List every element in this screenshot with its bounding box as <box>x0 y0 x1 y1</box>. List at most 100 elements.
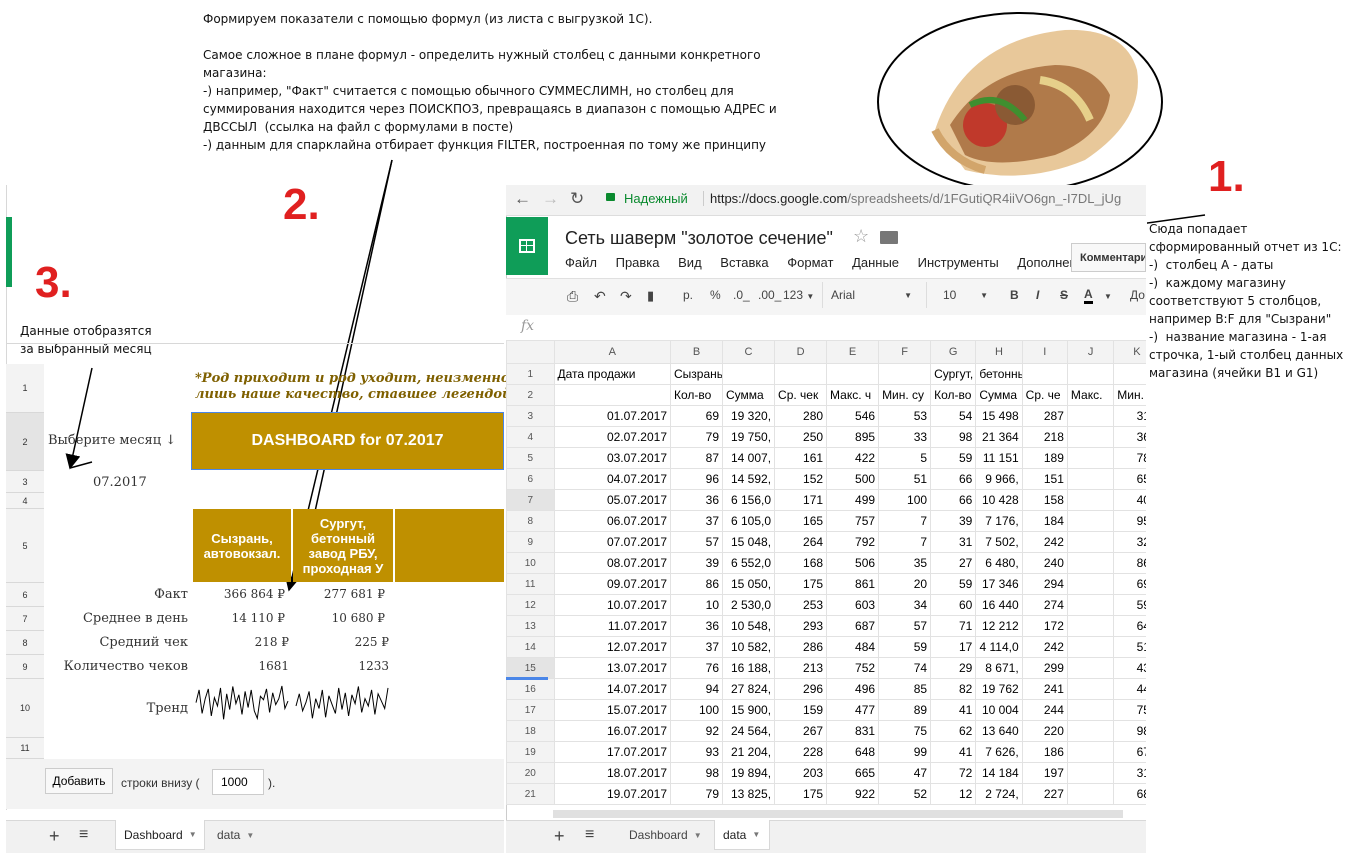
table-cell[interactable]: 2 724, <box>975 783 1023 805</box>
table-cell[interactable]: 168 <box>774 552 828 574</box>
table-cell[interactable]: 313 <box>1113 405 1146 427</box>
table-cell[interactable]: 76 <box>669 657 724 679</box>
table-cell[interactable]: 7 <box>878 510 932 532</box>
table-cell[interactable]: 27 <box>930 552 977 574</box>
italic-button[interactable]: I <box>1036 288 1039 302</box>
table-cell[interactable] <box>1066 552 1115 574</box>
table-cell[interactable]: 240 <box>1021 552 1068 574</box>
table-cell[interactable] <box>1066 762 1115 784</box>
row-header[interactable]: 8 <box>506 510 555 532</box>
table-cell[interactable]: 757 <box>826 510 880 532</box>
forward-icon[interactable]: → <box>542 189 559 209</box>
table-cell[interactable] <box>1066 678 1115 700</box>
table-cell[interactable]: 93 <box>669 741 724 763</box>
table-cell[interactable]: 17 346 <box>975 573 1023 595</box>
table-cell[interactable]: 6 156,0 <box>722 489 776 511</box>
table-cell[interactable]: 66 <box>930 468 977 490</box>
paint-format-icon[interactable]: ▮ <box>647 288 654 304</box>
menu-tools[interactable]: Инструменты <box>918 255 999 270</box>
table-cell[interactable]: 314 <box>1113 762 1146 784</box>
table-cell[interactable]: 152 <box>774 468 828 490</box>
table-cell[interactable]: 60 <box>930 594 977 616</box>
row-header[interactable]: 7 <box>506 489 555 511</box>
currency-button[interactable]: р. <box>683 288 693 302</box>
font-select[interactable]: Arial ▼ <box>822 282 918 308</box>
table-cell[interactable] <box>1066 720 1115 742</box>
table-cell[interactable]: 59 <box>930 573 977 595</box>
table-cell[interactable]: 9 966, <box>975 468 1023 490</box>
row-header[interactable]: 15 <box>506 657 555 679</box>
table-cell[interactable]: 653 <box>1113 468 1146 490</box>
table-cell[interactable]: 244 <box>1021 699 1068 721</box>
row-header[interactable]: 3 <box>506 405 555 427</box>
table-cell[interactable]: 98 <box>930 426 977 448</box>
table-cell[interactable]: Кол-во <box>930 384 977 406</box>
document-title[interactable]: Сеть шаверм "золотое сечение" <box>565 228 833 249</box>
table-cell[interactable]: 57 <box>878 615 932 637</box>
table-cell[interactable]: 01.07.2017 <box>553 405 671 427</box>
table-cell[interactable]: 220 <box>1021 720 1068 742</box>
table-cell[interactable]: 447 <box>1113 678 1146 700</box>
table-cell[interactable]: 71 <box>930 615 977 637</box>
comments-button[interactable]: Комментари <box>1071 243 1146 272</box>
menu-data[interactable]: Данные <box>852 255 899 270</box>
table-cell[interactable]: 274 <box>1021 594 1068 616</box>
row-header[interactable]: 1 <box>506 363 555 385</box>
column-header[interactable]: B <box>669 340 724 364</box>
table-cell[interactable]: 751 <box>1113 699 1146 721</box>
table-cell[interactable]: Ср. чек <box>774 384 828 406</box>
tab-menu-icon[interactable]: ▼ <box>246 831 254 840</box>
bold-button[interactable]: B <box>1010 288 1019 302</box>
table-cell[interactable]: 16 440 <box>975 594 1023 616</box>
column-header[interactable]: F <box>878 340 932 364</box>
menu-edit[interactable]: Правка <box>616 255 660 270</box>
star-icon[interactable]: ☆ <box>853 226 869 247</box>
table-cell[interactable] <box>774 363 828 385</box>
table-cell[interactable]: 264 <box>774 531 828 553</box>
table-cell[interactable] <box>1066 783 1115 805</box>
column-header[interactable]: I <box>1021 340 1068 364</box>
menu-file[interactable]: Файл <box>565 255 597 270</box>
table-cell[interactable]: 85 <box>878 678 932 700</box>
column-header[interactable]: K <box>1113 340 1146 364</box>
table-cell[interactable]: 158 <box>1021 489 1068 511</box>
table-cell[interactable]: 7 626, <box>975 741 1023 763</box>
table-cell[interactable]: 253 <box>774 594 828 616</box>
table-cell[interactable]: 861 <box>826 573 880 595</box>
table-cell[interactable]: 19 320, <box>722 405 776 427</box>
table-cell[interactable]: Макс. ч <box>826 384 880 406</box>
table-cell[interactable]: 39 <box>930 510 977 532</box>
table-cell[interactable]: 324 <box>1113 531 1146 553</box>
table-cell[interactable] <box>1066 699 1115 721</box>
table-cell[interactable]: 05.07.2017 <box>553 489 671 511</box>
table-cell[interactable]: 678 <box>1113 741 1146 763</box>
table-cell[interactable]: 37 <box>669 636 724 658</box>
table-cell[interactable]: 506 <box>826 552 880 574</box>
table-cell[interactable]: 82 <box>930 678 977 700</box>
table-cell[interactable]: 06.07.2017 <box>553 510 671 532</box>
column-header[interactable]: D <box>774 340 828 364</box>
table-cell[interactable] <box>878 363 932 385</box>
table-cell[interactable]: 866 <box>1113 552 1146 574</box>
left-tab-dashboard[interactable]: Dashboard ▼ <box>115 820 205 850</box>
table-cell[interactable] <box>1021 363 1068 385</box>
table-cell[interactable] <box>1066 468 1115 490</box>
font-size-select[interactable]: 10 ▼ <box>926 282 992 308</box>
table-cell[interactable]: 74 <box>878 657 932 679</box>
table-cell[interactable]: 6 480, <box>975 552 1023 574</box>
table-cell[interactable]: 296 <box>774 678 828 700</box>
table-cell[interactable] <box>1066 447 1115 469</box>
table-cell[interactable]: 10 428 <box>975 489 1023 511</box>
increase-decimals-button[interactable]: .00_ <box>758 288 781 302</box>
table-cell[interactable]: 11 151 <box>975 447 1023 469</box>
table-cell[interactable]: Сызрань, автовокзал. <box>669 363 724 385</box>
table-cell[interactable]: 36 <box>669 489 724 511</box>
table-cell[interactable]: 956 <box>1113 510 1146 532</box>
table-cell[interactable]: 41 <box>930 741 977 763</box>
row-header[interactable]: 5 <box>506 447 555 469</box>
right-tab-data[interactable]: data ▼ <box>714 820 770 850</box>
table-cell[interactable]: 218 <box>1021 426 1068 448</box>
table-cell[interactable]: 66 <box>930 489 977 511</box>
table-cell[interactable]: 267 <box>774 720 828 742</box>
table-cell[interactable]: 7 502, <box>975 531 1023 553</box>
